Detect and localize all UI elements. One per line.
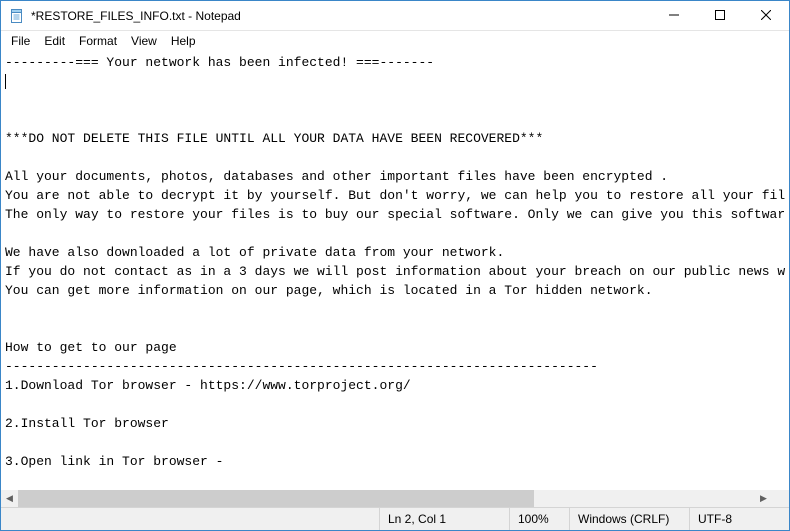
notepad-window: *RESTORE_FILES_INFO.txt - Notepad File <box>0 0 790 531</box>
close-icon <box>761 10 771 23</box>
maximize-icon <box>715 10 725 23</box>
titlebar: *RESTORE_FILES_INFO.txt - Notepad <box>1 1 789 31</box>
menu-view[interactable]: View <box>125 33 163 49</box>
notepad-icon <box>9 8 25 24</box>
scroll-corner <box>772 490 789 507</box>
menu-format[interactable]: Format <box>73 33 123 49</box>
status-zoom: 100% <box>509 508 569 530</box>
minimize-button[interactable] <box>651 1 697 31</box>
scroll-right-arrow-icon[interactable]: ▶ <box>755 490 772 507</box>
titlebar-left: *RESTORE_FILES_INFO.txt - Notepad <box>1 8 241 24</box>
window-controls <box>651 1 789 30</box>
minimize-icon <box>669 10 679 23</box>
close-button[interactable] <box>743 1 789 31</box>
horizontal-scrollbar[interactable]: ◀ ▶ <box>1 490 772 507</box>
scroll-track[interactable] <box>18 490 755 507</box>
menubar: File Edit Format View Help <box>1 31 789 51</box>
window-title: *RESTORE_FILES_INFO.txt - Notepad <box>31 9 241 23</box>
text-editor[interactable]: ---------=== Your network has been infec… <box>1 51 789 490</box>
editor-area: ---------=== Your network has been infec… <box>1 51 789 507</box>
scroll-left-arrow-icon[interactable]: ◀ <box>1 490 18 507</box>
menu-file[interactable]: File <box>5 33 36 49</box>
menu-edit[interactable]: Edit <box>38 33 71 49</box>
maximize-button[interactable] <box>697 1 743 31</box>
status-line-col: Ln 2, Col 1 <box>379 508 509 530</box>
status-encoding: UTF-8 <box>689 508 789 530</box>
menu-help[interactable]: Help <box>165 33 202 49</box>
statusbar: Ln 2, Col 1 100% Windows (CRLF) UTF-8 <box>1 507 789 530</box>
status-line-ending: Windows (CRLF) <box>569 508 689 530</box>
scroll-thumb[interactable] <box>18 490 534 507</box>
